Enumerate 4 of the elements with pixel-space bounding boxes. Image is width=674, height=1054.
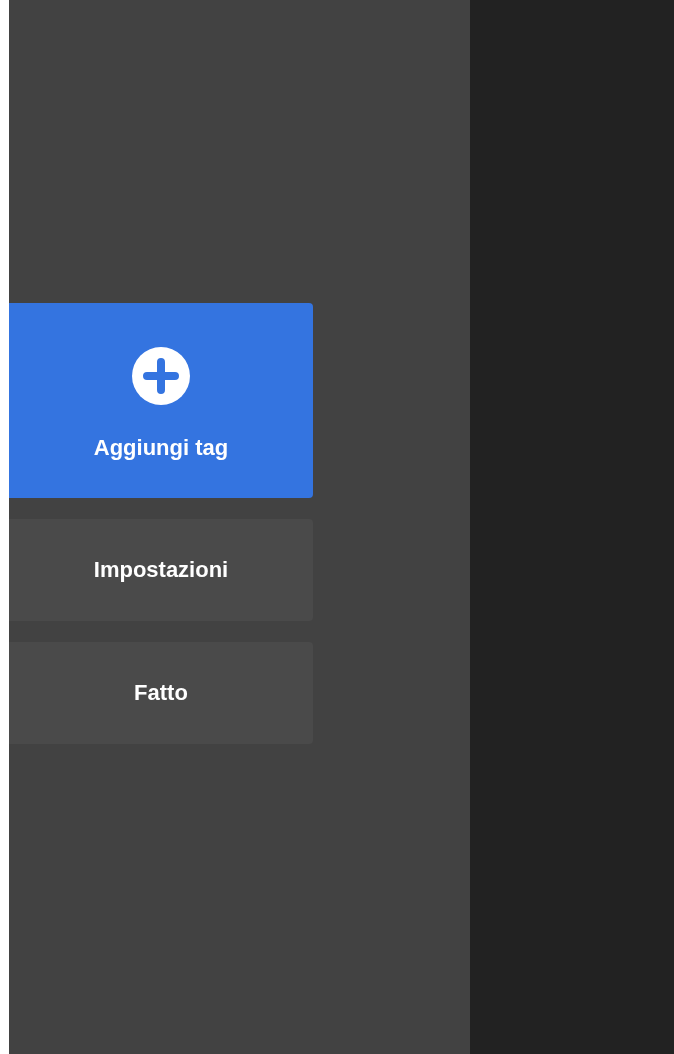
add-tag-button[interactable]: Aggiungi tag: [9, 302, 313, 498]
menu-button[interactable]: Impostazioni: [9, 518, 313, 621]
plus-circle-icon: [132, 346, 190, 405]
menu-button[interactable]: Fatto: [9, 641, 313, 744]
